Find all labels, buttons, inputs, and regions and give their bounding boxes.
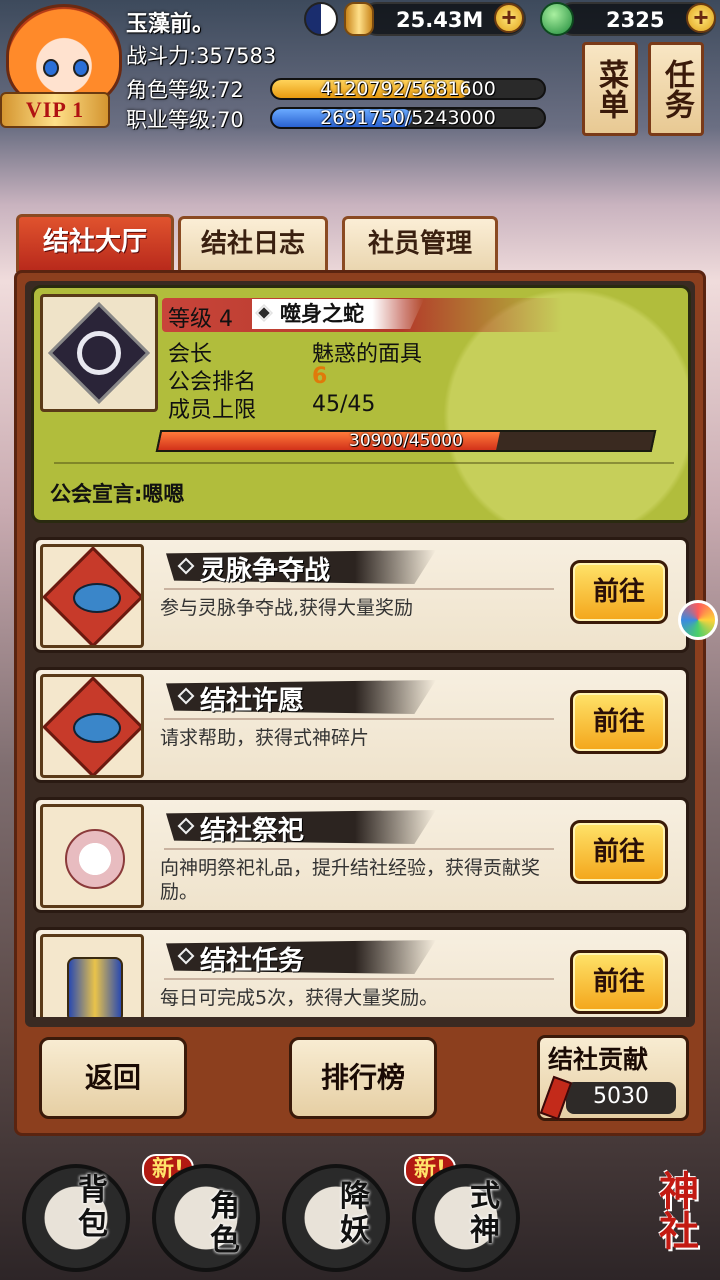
divider [164,978,554,980]
divider [164,718,554,720]
diamond-bullet-icon [177,687,195,705]
guild-name: 噬身之蛇 [280,302,364,326]
tab-guild-hall[interactable]: 结社大厅 [16,214,174,272]
tab-guild-log[interactable]: 结社日志 [178,216,328,270]
icon-fish-shape [73,713,121,743]
avatar-eye-right [73,59,89,77]
task-button[interactable]: 任务 [648,42,704,136]
go-button-vein-war[interactable]: 前往 [570,560,668,624]
icon-petal-shape [65,829,125,889]
bottom-nav: 背包 新! 角色 降妖 新! 式神 神社 [0,1140,720,1280]
guild-name-tag: 噬身之蛇 [252,299,424,329]
diamond-bullet-icon [177,817,195,835]
menu-button[interactable]: 菜单 [582,42,638,136]
diamond-bullet-icon [177,947,195,965]
feature-title: 结社祭祀 [200,816,305,846]
nav-demon-label: 降妖 [340,1179,370,1248]
nav-bag-label: 背包 [78,1173,108,1242]
go-button-guild-wish[interactable]: 前往 [570,690,668,754]
feature-description: 请求帮助，获得式神碎片 [160,727,370,749]
fan-fish-icon [40,544,144,648]
feature-row-vein-war: 灵脉争夺战 参与灵脉争夺战,获得大量奖励 前往 [33,537,689,653]
scroll-icon [40,934,144,1017]
ranking-button[interactable]: 排行榜 [289,1037,437,1119]
icon-scroll-shape [67,957,123,1017]
go-button-guild-offering[interactable]: 前往 [570,820,668,884]
divider [164,848,554,850]
member-limit-label: 成员上限 [168,398,257,423]
role-exp-bar: 4120792/5681600 [270,78,546,100]
guild-exp-text: 30900/45000 [349,431,463,451]
add-jade-button[interactable]: + [686,3,716,33]
add-coin-button[interactable]: + [494,3,524,33]
job-exp-bar: 2691750/5243000 [270,107,546,129]
leader-value: 魅惑的面具 [312,342,423,367]
nav-bag[interactable] [22,1164,130,1272]
fan-fish-icon [40,674,144,778]
feature-title: 结社任务 [200,946,305,976]
guild-level: 等级 4 [168,307,233,332]
offering-icon [40,804,144,908]
guild-declaration[interactable]: 公会宣言:嗯嗯 [50,478,184,508]
coin-amount: 25.43M [396,8,484,32]
player-name: 玉藻前。 [126,12,215,37]
nav-shikigami-label: 式神 [470,1179,500,1248]
contribution-value: 5030 [593,1084,649,1109]
nav-shrine[interactable]: 神社 [624,1140,720,1280]
avatar-eye-left [43,59,59,77]
yinyang-icon[interactable] [304,2,338,36]
feature-description: 向神明祭祀礼品，提升结社经验，获得贡献奖励。 [160,857,541,903]
feature-row-guild-wish: 结社许愿 请求帮助，获得式神碎片 前往 [33,667,689,783]
coin-icon [344,2,374,36]
feature-title: 灵脉争夺战 [200,556,331,586]
diamond-bullet-icon [177,557,195,575]
feature-description: 参与灵脉争夺战,获得大量奖励 [160,597,414,619]
feature-title: 结社许愿 [200,686,305,716]
divider [164,588,554,590]
combat-power: 战斗力:357583 [126,44,277,68]
guild-emblem [40,294,158,412]
job-level-label: 职业等级:70 [126,108,244,132]
nav-role-label: 角色 [210,1189,240,1258]
jade-icon [540,2,574,36]
floating-assistant-icon[interactable] [678,600,718,640]
feature-description: 每日可完成5次，获得大量奖励。 [160,987,439,1009]
diamond-bullet-icon [255,304,273,322]
go-button-guild-task[interactable]: 前往 [570,950,668,1014]
rank-value: 6 [312,364,328,389]
back-button[interactable]: 返回 [39,1037,187,1119]
guild-panel: 等级 4 噬身之蛇 会长 魅惑的面具 公会排名 6 成员上限 45/45 309… [14,270,706,1136]
tab-member-management[interactable]: 社员管理 [342,216,498,270]
vip-badge[interactable]: VIP 1 [0,92,110,128]
emblem-crest-icon [77,331,121,375]
role-exp-text: 4120792/5681600 [320,78,496,100]
guild-contribution: 结社贡献 5030 [537,1035,689,1121]
jade-amount: 2325 [606,8,665,32]
job-exp-text: 2691750/5243000 [320,107,496,129]
guild-info-card: 等级 4 噬身之蛇 会长 魅惑的面具 公会排名 6 成员上限 45/45 309… [31,285,691,523]
feature-row-guild-task: 结社任务 每日可完成5次，获得大量奖励。 前往 [33,927,689,1017]
feature-list[interactable]: 灵脉争夺战 参与灵脉争夺战,获得大量奖励 前往 结社许愿 请求帮助，获得式神碎片… [17,537,707,1017]
feature-row-guild-offering: 结社祭祀 向神明祭祀礼品，提升结社经验，获得贡献奖励。 前往 [33,797,689,913]
contribution-label: 结社贡献 [548,1045,649,1074]
icon-fish-shape [73,583,121,613]
member-limit-value: 45/45 [312,392,376,417]
role-level-label: 角色等级:72 [126,78,244,102]
top-status-bar: VIP 1 玉藻前。 战斗力:357583 角色等级:72 4120792/56… [0,0,720,140]
divider [54,462,674,464]
